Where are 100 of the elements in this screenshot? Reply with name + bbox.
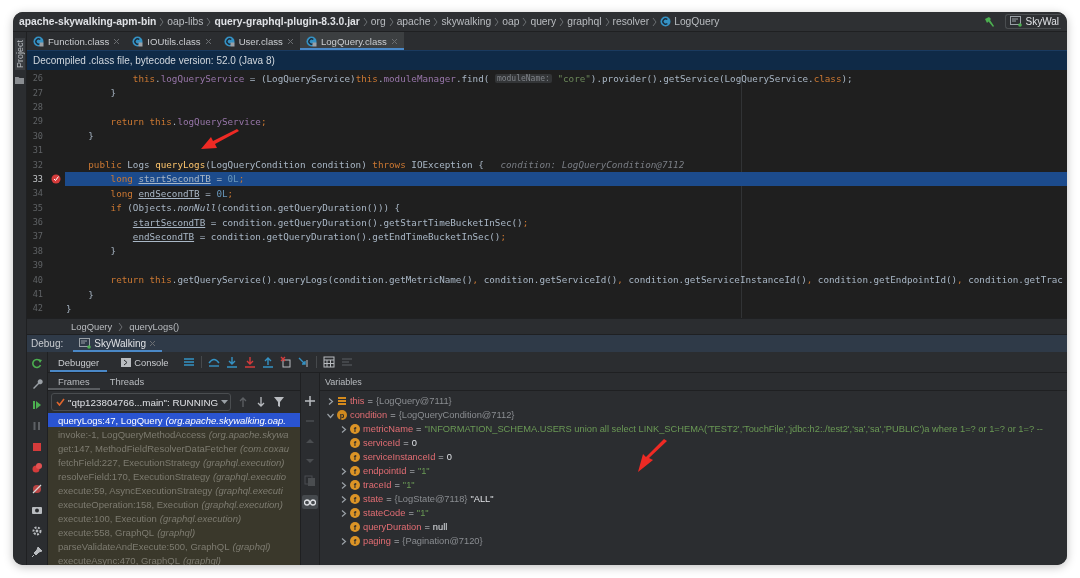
code-text: IOException { bbox=[411, 159, 485, 171]
line-number: 42 bbox=[31, 303, 43, 314]
thread-dropdown[interactable]: "qtp123804766...main": RUNNING bbox=[51, 393, 231, 411]
breadcrumb-item[interactable]: LogQuery bbox=[674, 16, 720, 27]
keyword: this bbox=[355, 72, 378, 84]
add-icon[interactable] bbox=[304, 395, 316, 407]
code-text: } bbox=[110, 87, 117, 99]
variable-name: condition bbox=[350, 410, 388, 420]
editor-tab[interactable]: Function.class bbox=[27, 32, 127, 50]
frames-tab[interactable]: Threads bbox=[99, 373, 155, 390]
editor-tab[interactable]: IOUtils.class bbox=[126, 32, 218, 50]
close-icon[interactable] bbox=[204, 37, 212, 45]
variable-value: {LogQuery@7111} bbox=[375, 396, 452, 406]
frames-list-icon[interactable] bbox=[182, 356, 195, 368]
close-icon[interactable] bbox=[286, 37, 294, 45]
chevron-icon bbox=[206, 16, 212, 27]
equals-sign: = bbox=[416, 424, 422, 434]
breadcrumb-item[interactable]: resolver bbox=[612, 16, 650, 27]
equals-sign: = bbox=[408, 508, 414, 518]
run-to-cursor-icon[interactable] bbox=[297, 356, 310, 368]
debugger-tab[interactable]: Debugger bbox=[50, 352, 108, 372]
keyword: , bbox=[806, 274, 814, 286]
variable-name: state bbox=[363, 494, 384, 504]
variable-name: serviceInstanceId bbox=[363, 452, 436, 462]
step-over-icon[interactable] bbox=[207, 356, 220, 368]
editor-tab[interactable]: User.class bbox=[217, 32, 300, 50]
keyword: , bbox=[617, 274, 624, 286]
field-name: logQueryService bbox=[160, 72, 245, 84]
line-number: 39 bbox=[31, 260, 43, 271]
line-number: 35 bbox=[31, 202, 43, 213]
breadcrumb-item[interactable]: skywalking bbox=[441, 16, 492, 27]
line-number: 27 bbox=[31, 87, 43, 98]
breadcrumb-item[interactable]: apache bbox=[396, 16, 431, 27]
class-icon bbox=[132, 35, 144, 47]
line-number: 38 bbox=[31, 245, 43, 256]
code-text: = (LogQueryService) bbox=[249, 72, 356, 84]
code-text: . bbox=[171, 115, 178, 127]
step-into-icon[interactable] bbox=[225, 356, 238, 368]
code-text: = bbox=[216, 173, 223, 185]
settings-icon[interactable] bbox=[31, 525, 43, 537]
breadcrumb-item[interactable]: oap-libs bbox=[167, 16, 204, 27]
watches-toggle[interactable] bbox=[302, 495, 318, 509]
number-literal: 0L bbox=[216, 187, 228, 199]
variable-value: "ALL" bbox=[470, 494, 494, 504]
code-text: condition.getTrac bbox=[968, 274, 1063, 286]
variable-name: serviceId bbox=[363, 438, 401, 448]
camera-icon[interactable] bbox=[31, 504, 43, 516]
field-name: logQueryService bbox=[177, 115, 261, 127]
breadcrumb-item[interactable]: query-graphql-plugin-8.3.0.jar bbox=[214, 16, 360, 27]
keyword: ; bbox=[522, 216, 529, 228]
close-icon[interactable] bbox=[113, 37, 121, 45]
breadcrumb-item[interactable]: oap bbox=[502, 16, 520, 27]
breadcrumb-item[interactable]: apache-skywalking-apm-bin bbox=[19, 16, 157, 27]
mute-breakpoints-icon[interactable] bbox=[31, 483, 43, 495]
hammer-icon[interactable] bbox=[983, 15, 996, 28]
code-text: .getQueryService().queryLogs(condition.getMetricName() bbox=[171, 274, 473, 286]
frames-tab[interactable]: Frames bbox=[48, 373, 100, 390]
breadcrumb-item[interactable]: queryLogs() bbox=[129, 321, 180, 332]
editor-tab[interactable]: LogQuery.class bbox=[299, 32, 404, 50]
keyword: return this bbox=[110, 274, 172, 286]
code-text: (condition.getQueryDuration())) { bbox=[216, 202, 401, 214]
line-number: 30 bbox=[31, 130, 43, 141]
variable-name: stateCode bbox=[363, 508, 406, 518]
breadcrumb-item[interactable]: graphql bbox=[567, 16, 602, 27]
stop-icon[interactable] bbox=[31, 441, 43, 453]
force-step-into-icon[interactable] bbox=[243, 356, 256, 368]
breadcrumb-item[interactable]: query bbox=[530, 16, 557, 27]
variable-value: 0 bbox=[446, 452, 452, 462]
breakpoint-icon bbox=[51, 173, 61, 184]
chevron-icon bbox=[522, 16, 528, 27]
down-arrow-icon[interactable] bbox=[255, 396, 267, 408]
rerun-icon[interactable] bbox=[31, 357, 43, 369]
code-text: .find( bbox=[455, 72, 491, 84]
annotation-arrow bbox=[201, 129, 239, 149]
chevron-icon bbox=[559, 16, 565, 27]
keyword: long bbox=[110, 187, 134, 199]
code-text: } bbox=[88, 288, 94, 300]
keyword: ; bbox=[227, 187, 234, 199]
stack-frame[interactable]: queryLogs:47, LogQuery (org.apache.skywalking.oap. bbox=[48, 413, 300, 427]
debug-session-tab[interactable]: SkyWalking bbox=[73, 335, 163, 352]
step-out-icon[interactable] bbox=[261, 356, 274, 368]
code-text: (Objects. bbox=[127, 202, 178, 214]
resume-icon[interactable] bbox=[31, 399, 43, 411]
debugger-tab[interactable]: Console bbox=[113, 352, 177, 372]
run-config-button[interactable]: SkyWal bbox=[1005, 14, 1061, 29]
drop-frame-icon[interactable] bbox=[279, 356, 292, 368]
equals-sign: = bbox=[394, 480, 400, 490]
variable-name: paging bbox=[363, 536, 391, 546]
breadcrumb-item[interactable]: LogQuery bbox=[71, 321, 113, 332]
filter-icon[interactable] bbox=[273, 396, 285, 408]
breadcrumb-item[interactable]: org bbox=[370, 16, 386, 27]
chevron-icon bbox=[604, 16, 610, 27]
pin-icon[interactable] bbox=[31, 546, 43, 558]
variable-value: "1" bbox=[402, 480, 415, 490]
code-text: } bbox=[88, 130, 94, 142]
wrench-icon[interactable] bbox=[31, 378, 43, 390]
breakpoints-icon[interactable] bbox=[31, 462, 43, 474]
calculator-icon[interactable] bbox=[322, 356, 335, 368]
code-text: Logs bbox=[127, 159, 151, 171]
project-tool-tab[interactable]: Project bbox=[14, 38, 25, 70]
